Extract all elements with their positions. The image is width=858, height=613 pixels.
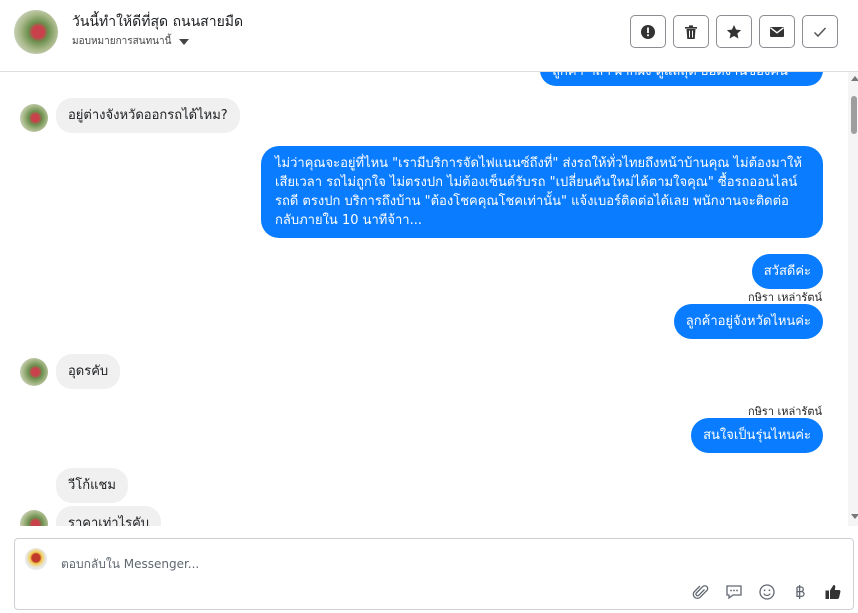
alert-button[interactable] — [630, 15, 666, 48]
conversation-header: วันนี้ทำให้ดีที่สุด ถนนสายมืด มอบหมายการ… — [0, 0, 858, 72]
message-outgoing: สนใจเป็นรุ่นไหนค่ะ — [691, 418, 823, 453]
reply-composer[interactable]: ตอบกลับใน Messenger... — [14, 538, 854, 610]
speech-bubble-icon — [725, 584, 742, 599]
emoji-button[interactable] — [756, 581, 777, 602]
contact-avatar-small — [20, 358, 48, 386]
contact-avatar-small — [20, 510, 48, 526]
saved-replies-button[interactable] — [723, 581, 744, 602]
thumbs-up-icon — [825, 584, 840, 599]
assign-label: มอบหมายการสนทนานี้ — [72, 36, 172, 47]
message-outgoing: ลูกค้าอยู่จังหวัดไหนค่ะ — [673, 304, 823, 339]
message-incoming: อุดรคับ — [56, 354, 121, 389]
delete-button[interactable] — [673, 15, 709, 48]
scroll-down-arrow-icon[interactable] — [851, 514, 858, 519]
message-incoming: วีโก้แชม — [56, 468, 128, 503]
reply-input[interactable]: ตอบกลับใน Messenger... — [61, 555, 199, 574]
star-button[interactable] — [716, 15, 752, 48]
message-incoming: อยู่ต่างจังหวัดออกรถได้ไหม? — [56, 98, 240, 133]
composer-toolbar — [690, 581, 843, 602]
message-outgoing: สวัสดีค่ะ — [751, 254, 823, 289]
exclamation-icon — [641, 24, 655, 39]
assign-conversation-dropdown[interactable]: มอบหมายการสนทนานี้ — [72, 34, 190, 49]
header-actions — [630, 15, 838, 48]
message-thread[interactable]: ลูกค้า ฯลฯ ฝากฝัง ดูแลสุด ยอดงานของคน อย… — [0, 72, 848, 526]
chevron-down-icon — [179, 38, 190, 45]
payment-button[interactable] — [789, 581, 810, 602]
mail-button[interactable] — [759, 15, 795, 48]
page-avatar — [25, 548, 47, 570]
scrollbar-thumb[interactable] — [851, 96, 857, 134]
like-button[interactable] — [822, 581, 843, 602]
message-outgoing: ลูกค้า ฯลฯ ฝากฝัง ดูแลสุด ยอดงานของคน — [540, 72, 823, 86]
check-icon — [813, 26, 827, 37]
star-icon — [726, 24, 742, 38]
smiley-icon — [758, 583, 775, 600]
envelope-icon — [770, 26, 784, 37]
trash-icon — [685, 24, 697, 39]
done-button[interactable] — [802, 15, 838, 48]
contact-avatar[interactable] — [14, 10, 58, 54]
scroll-up-arrow-icon[interactable] — [851, 76, 858, 81]
message-incoming: ราคาเท่าไรคับ — [56, 506, 162, 526]
contact-avatar-small — [20, 104, 48, 132]
message-outgoing: ไม่ว่าคุณจะอยู่ที่ไหน "เรามีบริการจัดไฟแ… — [261, 146, 823, 238]
attach-button[interactable] — [690, 581, 711, 602]
contact-name[interactable]: วันนี้ทำให้ดีที่สุด ถนนสายมืด — [72, 11, 243, 33]
paperclip-icon — [692, 584, 708, 599]
scrollbar-track[interactable] — [848, 72, 858, 526]
baht-icon — [795, 584, 805, 599]
